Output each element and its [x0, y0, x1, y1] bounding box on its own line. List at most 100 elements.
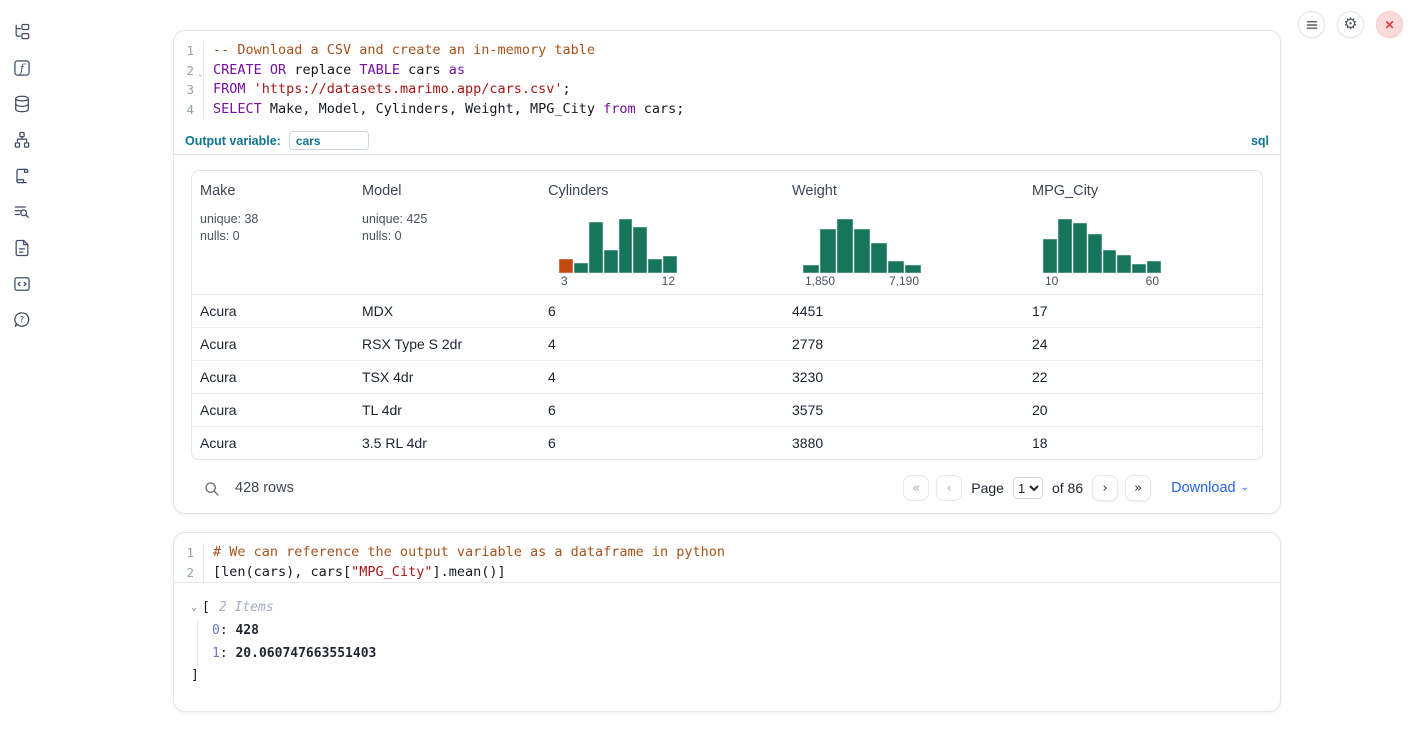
line-number: 2: [174, 563, 204, 583]
table-cell: Acura: [192, 435, 354, 451]
file-explorer-icon: [12, 22, 32, 42]
column-name[interactable]: Cylinders: [548, 183, 776, 199]
table-row: AcuraTSX 4dr4323022: [192, 360, 1262, 393]
line-number: 2⌄: [174, 61, 204, 81]
page-select[interactable]: 1: [1013, 477, 1043, 499]
menu-button[interactable]: [1298, 11, 1325, 38]
table-cell: 3.5 RL 4dr: [354, 435, 540, 451]
histogram-axis: 1,8507,190: [803, 273, 921, 288]
tree-collapse-icon[interactable]: ⌄: [191, 602, 197, 613]
code-line: 3FROM 'https://datasets.marimo.app/cars.…: [174, 80, 1280, 100]
table-cell: 4: [540, 336, 784, 352]
download-label: Download: [1171, 480, 1236, 496]
histogram-bar: [604, 250, 618, 273]
scratchpad-icon: [12, 166, 32, 186]
page-total-label: of 86: [1052, 480, 1083, 496]
histogram-bar: [633, 227, 647, 273]
sidebar-item-functions[interactable]: f: [12, 58, 32, 78]
histogram-bar: [871, 243, 887, 273]
table-cell: 6: [540, 435, 784, 451]
column-header-model: Model unique: 425nulls: 0: [354, 171, 540, 294]
tree-entry: 0: 428: [212, 620, 1263, 643]
table-cell: 4451: [784, 303, 1024, 319]
sidebar-item-scratchpad[interactable]: [12, 166, 32, 186]
code-text: FROM 'https://datasets.marimo.app/cars.c…: [213, 80, 571, 100]
column-histogram: 1060: [1043, 217, 1161, 288]
column-stats: unique: 425nulls: 0: [362, 211, 532, 244]
search-button[interactable]: [199, 476, 223, 500]
table-cell: 2778: [784, 336, 1024, 352]
column-header-make: Makeunique: 38nulls: 0: [192, 171, 354, 294]
table-cell: 20: [1024, 402, 1263, 418]
python-code-editor[interactable]: 1# We can reference the output variable …: [174, 533, 1280, 582]
dependencies-icon: [12, 130, 32, 150]
table-cell: 4: [540, 369, 784, 385]
column-histogram: 1,8507,190: [803, 217, 921, 288]
histogram-axis: 1060: [1043, 273, 1161, 288]
code-line: 2⌄ CREATE OR replace TABLE cars as: [174, 61, 1280, 81]
column-name[interactable]: Model: [362, 183, 532, 199]
sidebar-item-documentation[interactable]: [12, 238, 32, 258]
table-cell: Acura: [192, 336, 354, 352]
tree-items-count: 2 Items: [219, 600, 274, 615]
sidebar-item-file-explorer[interactable]: [12, 22, 32, 42]
prev-page-button[interactable]: ‹: [936, 475, 962, 501]
tree-entry-key: 1: [212, 646, 220, 661]
settings-button[interactable]: ⚙: [1337, 11, 1364, 38]
sidebar-item-logs[interactable]: [12, 202, 32, 222]
tree-entry-value: 20.060747663551403: [235, 646, 376, 661]
histogram-axis: 312: [559, 273, 677, 288]
first-page-button[interactable]: «: [903, 475, 929, 501]
gear-icon: ⚙: [1343, 17, 1357, 33]
sidebar-item-snippets[interactable]: [12, 274, 32, 294]
datasources-icon: [12, 94, 32, 114]
code-line: 4SELECT Make, Model, Cylinders, Weight, …: [174, 100, 1280, 120]
histogram-bar: [854, 229, 870, 273]
table-footer: 428 rows « ‹ Page 1 of 86 › » Download ⌄: [191, 460, 1263, 514]
search-icon: [203, 480, 220, 497]
sidebar-item-help[interactable]: ?: [12, 310, 32, 330]
download-menu[interactable]: Download ⌄: [1171, 480, 1249, 496]
histogram-bar: [1073, 223, 1087, 273]
notebook-actions: ⚙ ✕: [1298, 11, 1403, 38]
shutdown-button[interactable]: ✕: [1376, 11, 1403, 38]
logs-icon: [12, 202, 32, 222]
output-variable-input[interactable]: [289, 131, 369, 150]
histogram-bars: [803, 217, 921, 273]
documentation-icon: [12, 238, 32, 258]
close-icon: ✕: [1384, 18, 1394, 32]
table-row: AcuraRSX Type S 2dr4277824: [192, 327, 1262, 360]
column-name[interactable]: Make: [200, 183, 346, 199]
sql-cell-output: Makeunique: 38nulls: 0 Model unique: 425nu…: [174, 155, 1280, 514]
output-variable-label: Output variable:: [185, 134, 281, 148]
histogram-bar: [1132, 264, 1146, 273]
sql-cell: 1-- Download a CSV and create an in-memo…: [173, 30, 1281, 514]
column-header-cylinders: Cylinders 312: [540, 171, 784, 294]
table-cell: MDX: [354, 303, 540, 319]
output-variable-bar: Output variable: sql: [174, 127, 1280, 155]
table-cell: 6: [540, 303, 784, 319]
histogram-bar: [619, 219, 633, 273]
code-text: [len(cars), cars["MPG_City"].mean()]: [213, 563, 506, 583]
histogram-bar: [837, 219, 853, 273]
table-cell: 17: [1024, 303, 1263, 319]
histogram-bar: [1088, 234, 1102, 273]
sql-code-editor[interactable]: 1-- Download a CSV and create an in-memo…: [174, 31, 1280, 119]
row-count: 428 rows: [235, 480, 294, 496]
last-page-button[interactable]: »: [1125, 475, 1151, 501]
table-cell: Acura: [192, 369, 354, 385]
code-text: CREATE OR replace TABLE cars as: [213, 61, 465, 81]
help-icon: ?: [12, 310, 32, 330]
code-text: # We can reference the output variable a…: [213, 543, 725, 563]
next-page-button[interactable]: ›: [1092, 475, 1118, 501]
column-name[interactable]: Weight: [792, 183, 1016, 199]
table-cell: TSX 4dr: [354, 369, 540, 385]
histogram-bar: [1058, 219, 1072, 273]
table-cell: Acura: [192, 303, 354, 319]
histogram-bar: [1117, 255, 1131, 273]
table-cell: TL 4dr: [354, 402, 540, 418]
sidebar-item-dependencies[interactable]: [12, 130, 32, 150]
histogram-bar: [648, 259, 662, 273]
column-name[interactable]: MPG_City: [1032, 183, 1258, 199]
sidebar-item-datasources[interactable]: [12, 94, 32, 114]
